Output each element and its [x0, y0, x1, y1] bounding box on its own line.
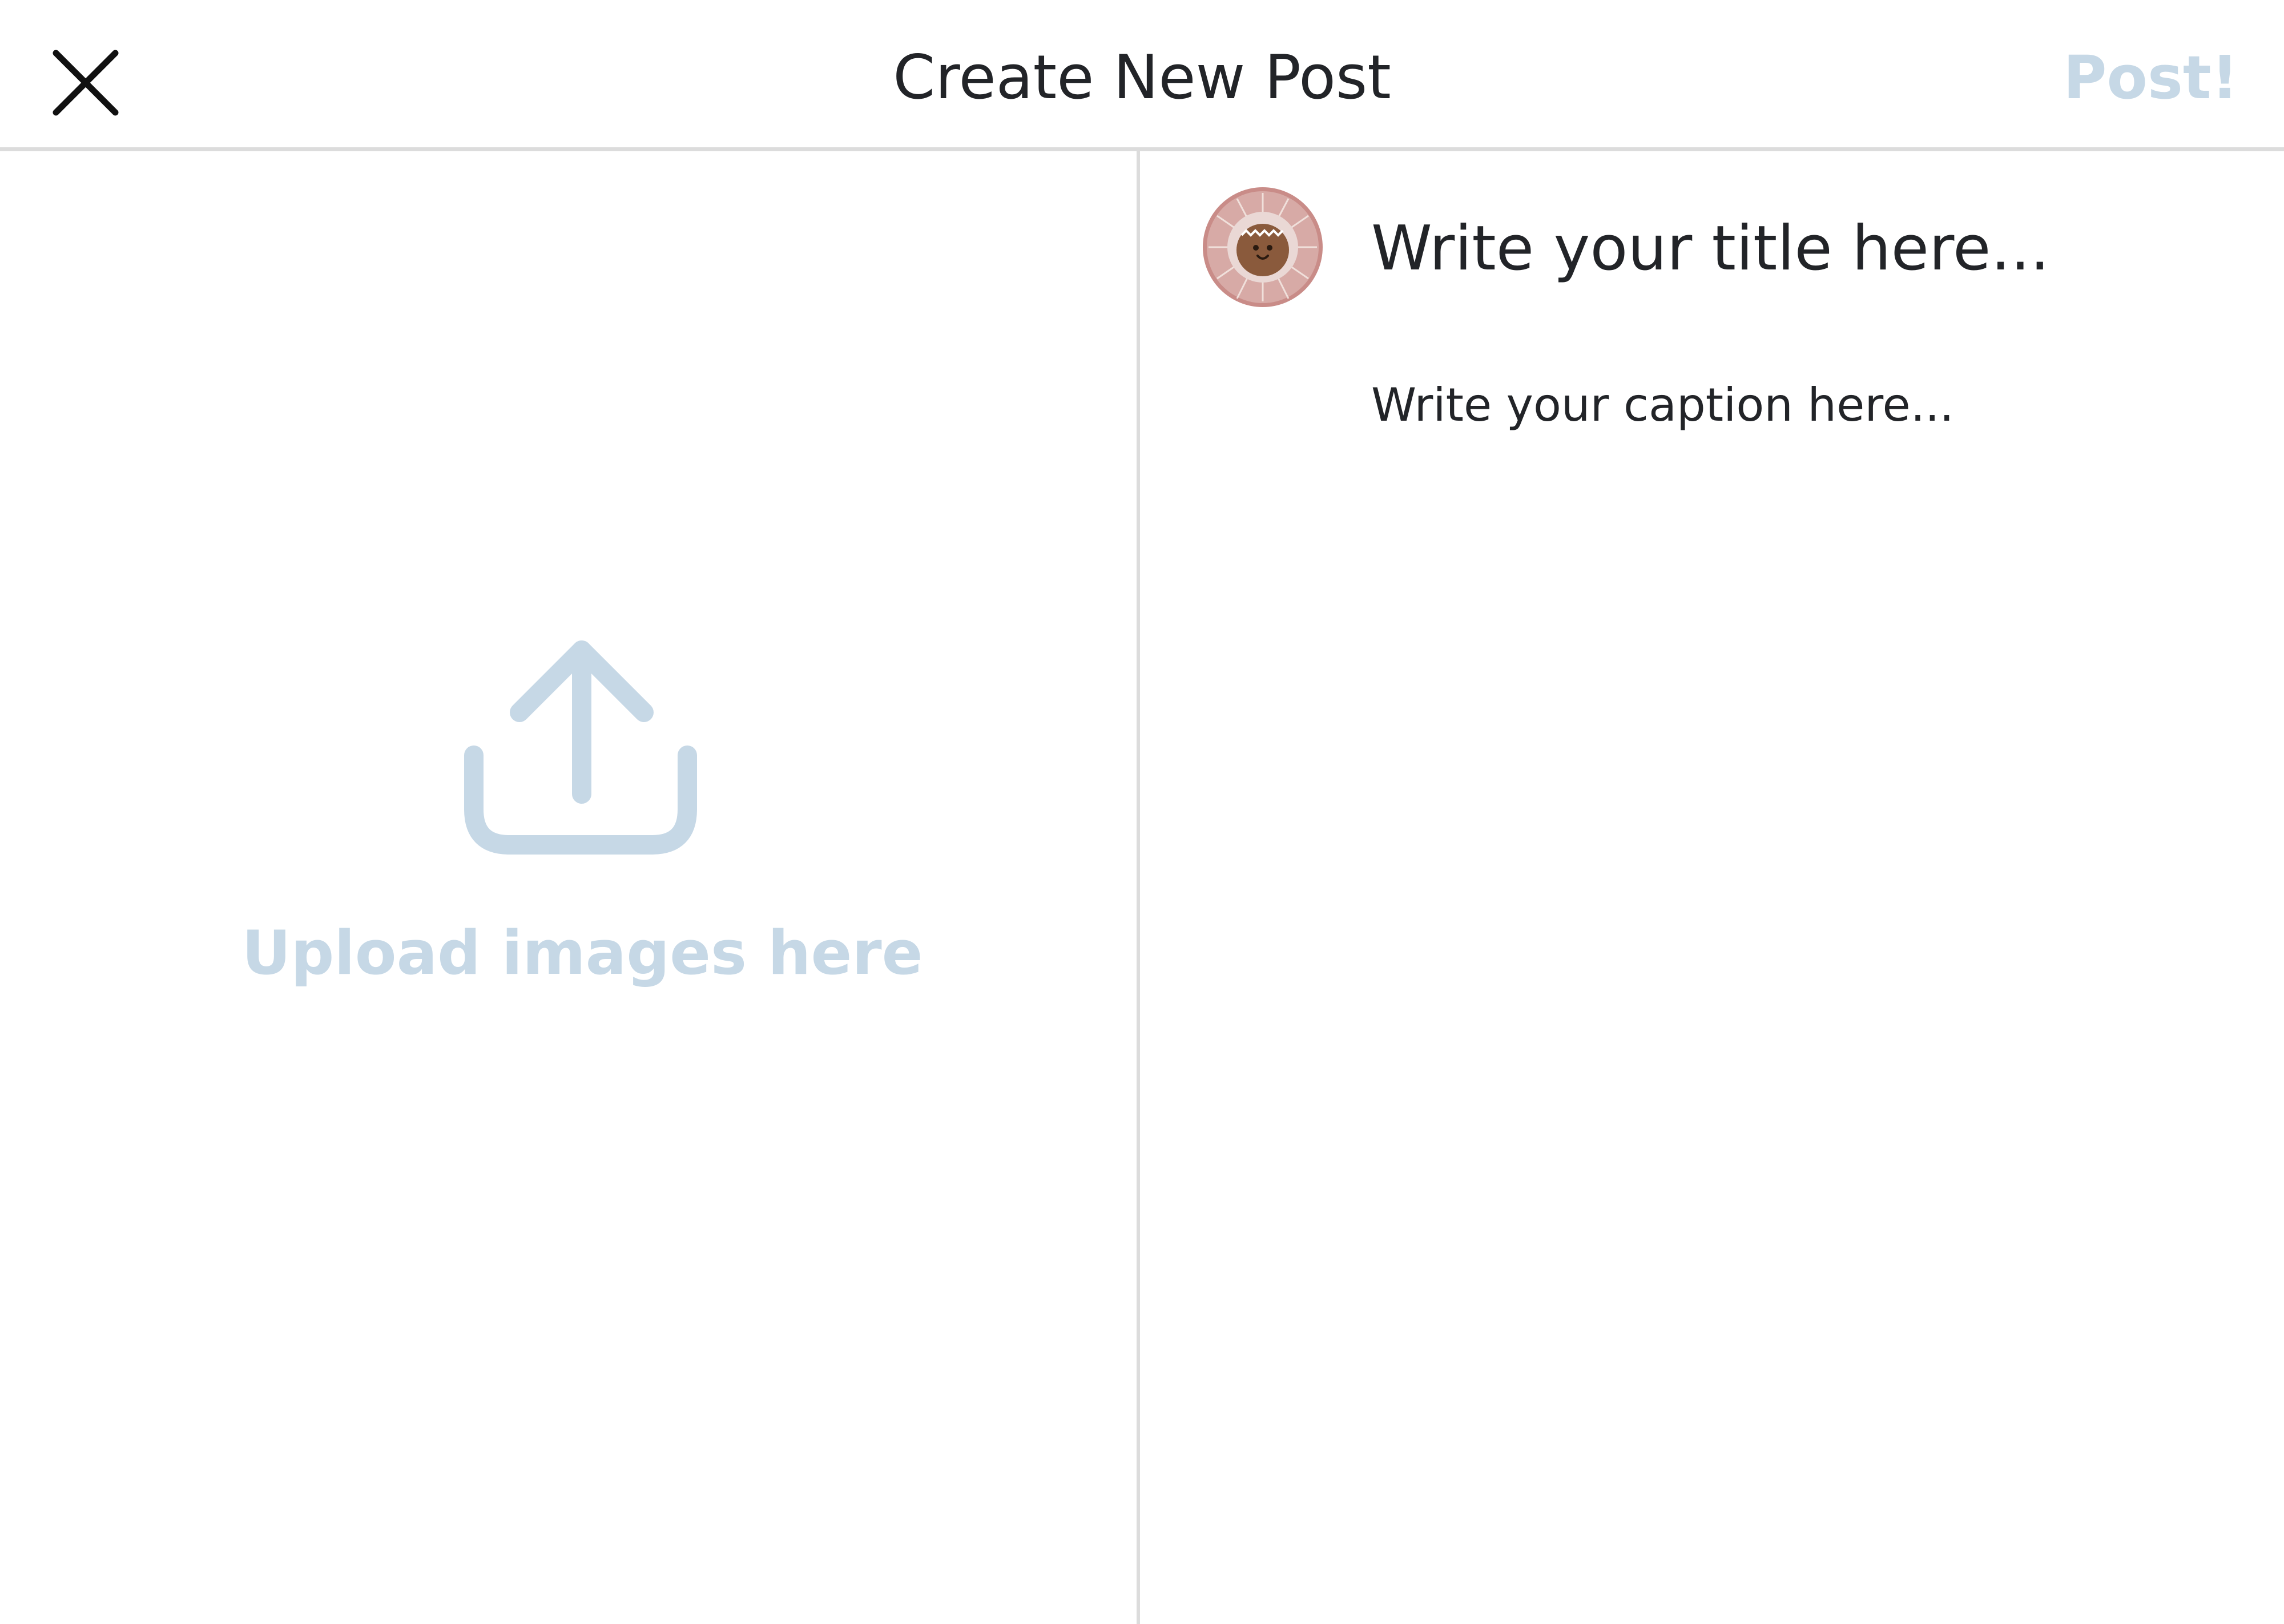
image-upload-area[interactable]: Upload images here: [0, 151, 1137, 1624]
caption-input[interactable]: [1371, 374, 2227, 1516]
avatar: [1203, 187, 1323, 307]
post-button[interactable]: Post!: [2063, 38, 2238, 118]
header-divider: [0, 147, 2284, 151]
upload-label: Upload images here: [241, 918, 923, 988]
header: Create New Post Post!: [0, 0, 2284, 147]
page-title: Create New Post: [893, 42, 1391, 112]
post-composer: [1140, 151, 2284, 1624]
upload-icon: [464, 625, 698, 859]
title-input[interactable]: [1371, 203, 2227, 294]
create-post-screen: Create New Post Post! Upload images here: [0, 0, 2284, 1624]
